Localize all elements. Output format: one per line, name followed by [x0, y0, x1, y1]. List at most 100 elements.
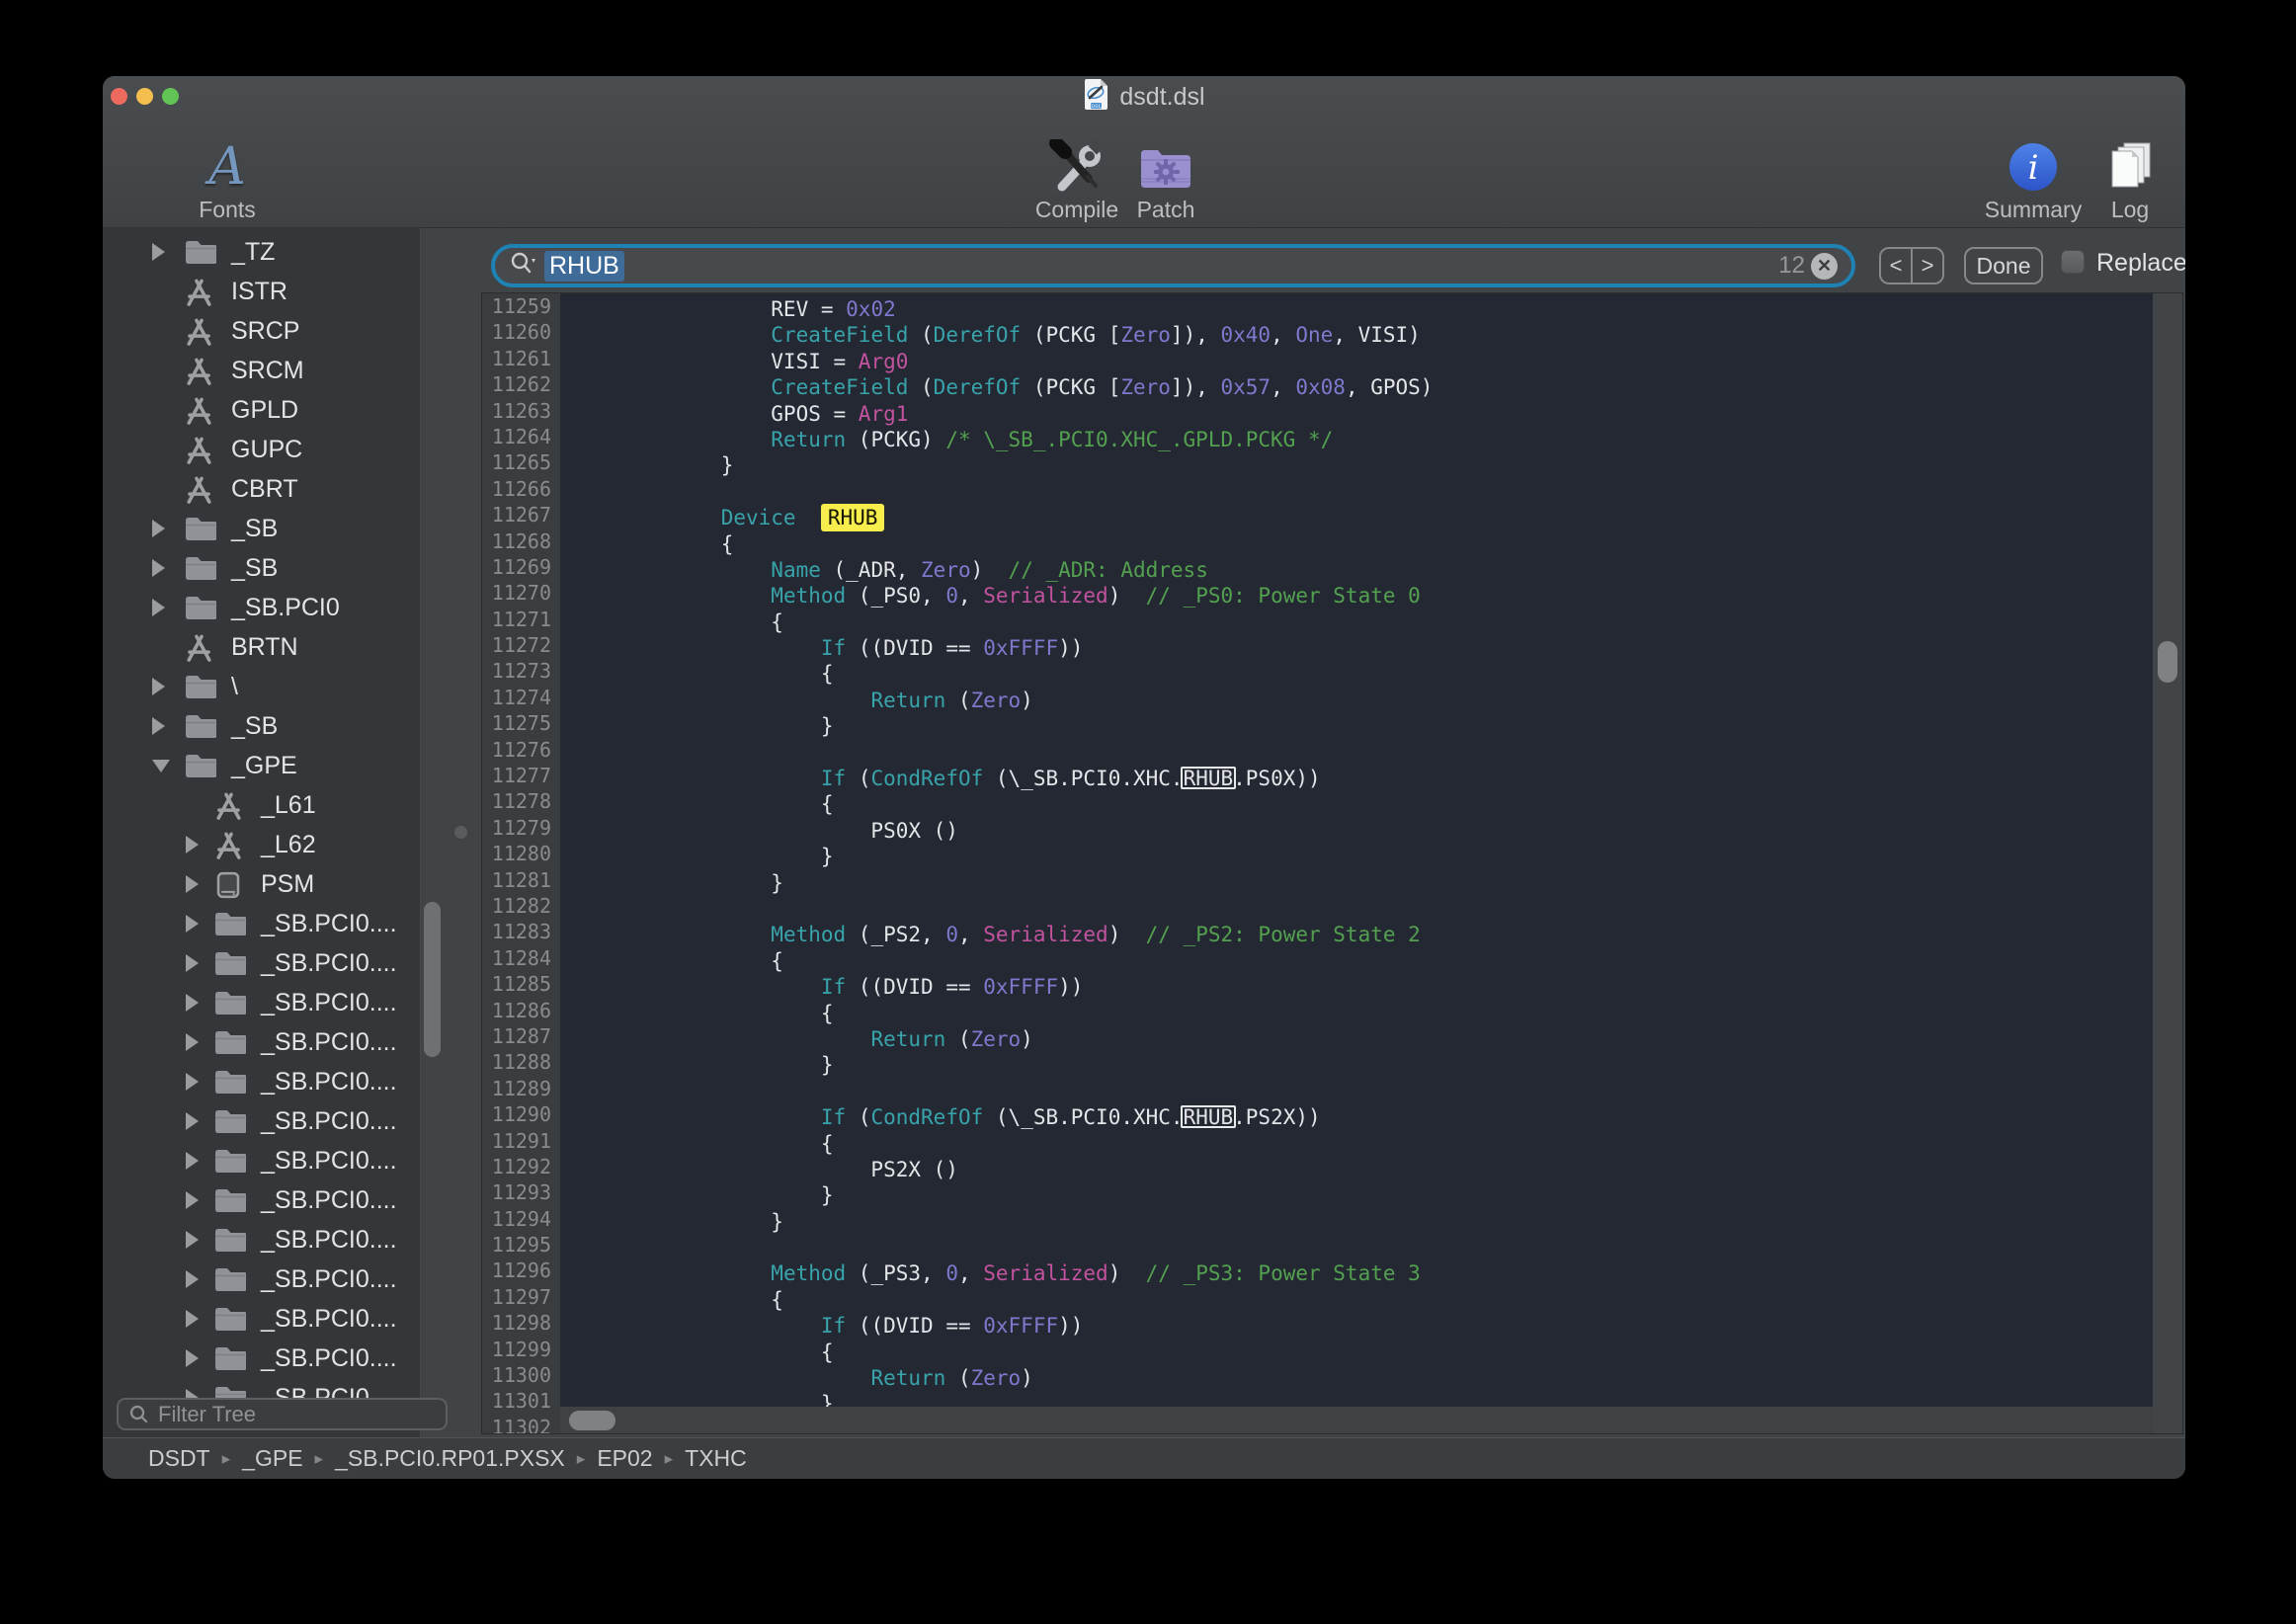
breadcrumb-item[interactable]: _SB.PCI0.RP01.PXSX: [335, 1445, 565, 1472]
folder-icon: [213, 1265, 246, 1297]
breadcrumb-separator-icon: ▸: [222, 1449, 231, 1469]
code-line: {: [571, 531, 1433, 557]
tree-item-label: _TZ: [231, 238, 275, 267]
tree-item-label: PSM: [261, 870, 314, 899]
tree-item-GUPC[interactable]: GUPC: [103, 430, 420, 469]
search-icon[interactable]: [509, 251, 538, 282]
tree-item-SRCM[interactable]: SRCM: [103, 351, 420, 390]
tree-item-_SBPCI0[interactable]: _SB.PCI0....: [103, 1220, 420, 1259]
tree-item-ISTR[interactable]: ISTR: [103, 272, 420, 311]
line-number: 11278: [482, 788, 560, 814]
clear-search-button[interactable]: ✕: [1811, 253, 1838, 280]
code-line: [571, 896, 1433, 922]
match-count: 12: [1778, 252, 1805, 280]
line-number: 11288: [482, 1049, 560, 1075]
code-line: }: [571, 1052, 1433, 1078]
tree-item-_SBPCI0[interactable]: _SB.PCI0....: [103, 904, 420, 943]
toolbar-patch-button[interactable]: Patch: [1097, 137, 1235, 223]
breadcrumb-item[interactable]: TXHC: [685, 1445, 747, 1472]
disclosure-triangle[interactable]: [186, 1033, 199, 1051]
disclosure-triangle[interactable]: [152, 243, 165, 261]
disclosure-triangle[interactable]: [186, 1231, 199, 1249]
disclosure-triangle[interactable]: [152, 760, 170, 772]
toolbar-print-button[interactable]: Print: [2140, 137, 2185, 223]
disclosure-triangle[interactable]: [186, 1191, 199, 1209]
tree-item-_SB[interactable]: _SB: [103, 548, 420, 588]
line-number: 11285: [482, 971, 560, 997]
code-line: PS2X (): [571, 1157, 1433, 1182]
tree-item-label: _L61: [261, 791, 316, 820]
breadcrumb: DSDT▸_GPE▸_SB.PCI0.RP01.PXSX▸EP02▸TXHC: [103, 1437, 2185, 1479]
folder-icon: [213, 1107, 246, 1139]
disclosure-triangle[interactable]: [186, 1270, 199, 1288]
tree-item-_SBPCI0[interactable]: _SB.PCI0....: [103, 983, 420, 1022]
fonts-icon: A: [208, 137, 246, 193]
find-input[interactable]: RHUB 12 ✕: [491, 244, 1855, 287]
tree-item-_TZ[interactable]: _TZ: [103, 232, 420, 272]
breadcrumb-item[interactable]: DSDT: [148, 1445, 210, 1472]
tree-item-_SBPCI0[interactable]: _SB.PCI0....: [103, 1180, 420, 1220]
breadcrumb-item[interactable]: EP02: [597, 1445, 652, 1472]
tree-item-_SBPCI0[interactable]: _SB.PCI0....: [103, 1299, 420, 1339]
disclosure-triangle[interactable]: [186, 836, 199, 853]
tree-item-_SBPCI0[interactable]: _SB.PCI0....: [103, 1339, 420, 1378]
tree-item-CBRT[interactable]: CBRT: [103, 469, 420, 509]
tree-item-_GPE[interactable]: _GPE: [103, 746, 420, 785]
tree-item-_SBPCI0[interactable]: _SB.PCI0....: [103, 1101, 420, 1141]
line-number: 11298: [482, 1310, 560, 1336]
disclosure-triangle[interactable]: [186, 915, 199, 933]
replace-checkbox[interactable]: [2061, 250, 2085, 274]
disclosure-triangle[interactable]: [186, 954, 199, 972]
breadcrumb-item[interactable]: _GPE: [242, 1445, 302, 1472]
disclosure-triangle[interactable]: [152, 717, 165, 735]
editor-hscrollbar-thumb[interactable]: [569, 1411, 615, 1430]
disclosure-triangle[interactable]: [186, 875, 199, 893]
disclosure-triangle[interactable]: [186, 1073, 199, 1091]
filter-tree-input[interactable]: Filter Tree: [117, 1398, 448, 1430]
disclosure-triangle[interactable]: [152, 678, 165, 695]
tree-item-_L62[interactable]: _L62: [103, 825, 420, 864]
code-editor[interactable]: REV = 0x02 CreateField (DerefOf (PCKG [Z…: [560, 293, 2155, 1407]
tree-item-root[interactable]: \: [103, 667, 420, 706]
disclosure-triangle[interactable]: [186, 1112, 199, 1130]
info-icon: i: [2008, 137, 2059, 193]
next-match-button[interactable]: >: [1913, 249, 1942, 283]
tree-item-BRTN[interactable]: BRTN: [103, 627, 420, 667]
toolbar-label: Fonts: [199, 197, 256, 223]
tree-item-_SBPCI0[interactable]: _SB.PCI0: [103, 588, 420, 627]
method-icon: [184, 633, 214, 669]
disclosure-triangle[interactable]: [186, 994, 199, 1012]
tree-item-_SBPCI0[interactable]: _SB.PCI0....: [103, 1141, 420, 1180]
code-line: Return (Zero): [571, 1365, 1433, 1391]
code-line: }: [571, 1209, 1433, 1235]
editor-vscrollbar-thumb[interactable]: [2158, 641, 2177, 683]
done-button[interactable]: Done: [1964, 247, 2043, 284]
disclosure-triangle[interactable]: [186, 1152, 199, 1170]
tree-item-label: CBRT: [231, 475, 298, 504]
disclosure-triangle[interactable]: [152, 599, 165, 616]
tree-item-_SBPCI0[interactable]: _SB.PCI0....: [103, 1259, 420, 1299]
splitter-handle[interactable]: [454, 826, 467, 839]
tree-item-_SBPCI0[interactable]: _SB.PCI0....: [103, 1062, 420, 1101]
code-line: Device RHUB: [571, 505, 1433, 530]
disclosure-triangle[interactable]: [152, 559, 165, 577]
tree-item-PSM[interactable]: PSM: [103, 864, 420, 904]
tree-item-_SB[interactable]: _SB: [103, 706, 420, 746]
tree-item-_SBPCI0[interactable]: _SB.PCI0....: [103, 943, 420, 983]
sidebar-scrollbar-thumb[interactable]: [424, 902, 441, 1057]
tree-item-GPLD[interactable]: GPLD: [103, 390, 420, 430]
sidebar-scrollbar-track: [420, 228, 421, 1437]
disclosure-triangle[interactable]: [186, 1349, 199, 1367]
previous-match-button[interactable]: <: [1881, 249, 1913, 283]
code-line: [571, 1235, 1433, 1260]
disclosure-triangle[interactable]: [152, 520, 165, 537]
toolbar-fonts-button[interactable]: A Fonts: [158, 137, 296, 223]
line-number: 11281: [482, 867, 560, 893]
code-line: {: [571, 1001, 1433, 1026]
tree-item-SRCP[interactable]: SRCP: [103, 311, 420, 351]
disclosure-triangle[interactable]: [186, 1310, 199, 1328]
tree-item-_SBPCI0[interactable]: _SB.PCI0....: [103, 1022, 420, 1062]
tree-item-_SB[interactable]: _SB: [103, 509, 420, 548]
tree-item-label: _SB.PCI0....: [261, 1226, 397, 1255]
tree-item-_L61[interactable]: _L61: [103, 785, 420, 825]
